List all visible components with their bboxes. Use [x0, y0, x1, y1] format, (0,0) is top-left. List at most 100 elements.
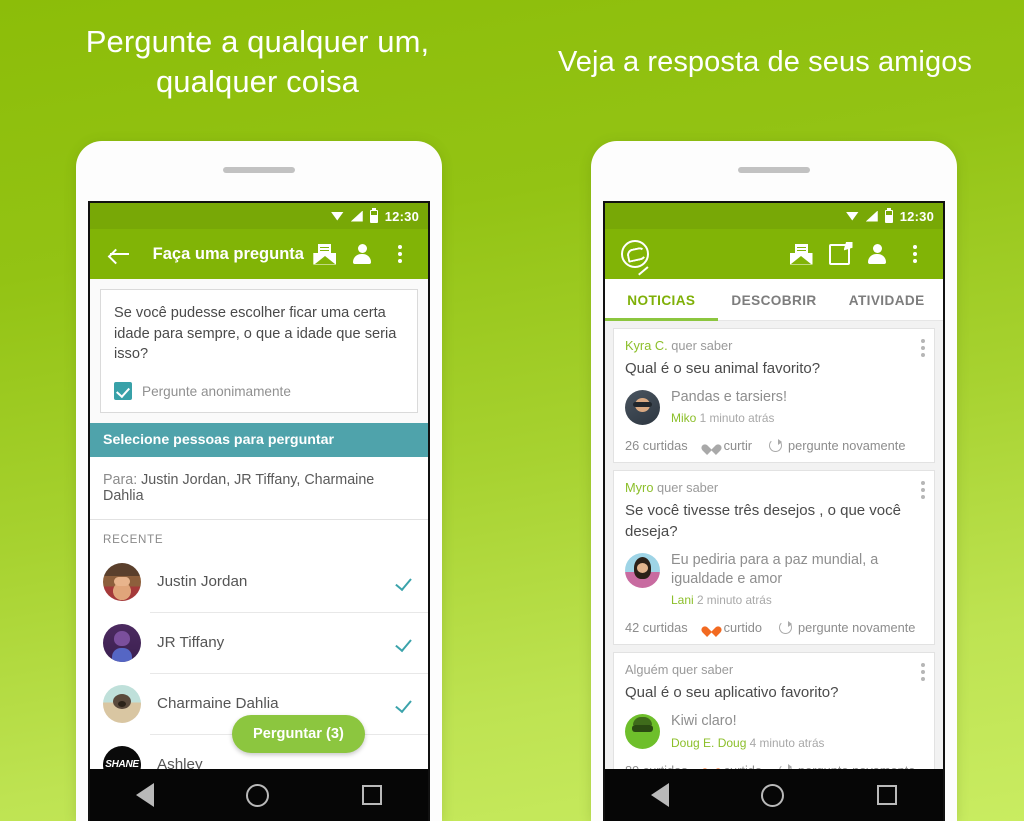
home-circle-icon[interactable] [761, 783, 785, 807]
back-triangle-icon[interactable] [136, 783, 155, 807]
asker-name: Myro [625, 480, 654, 496]
refresh-icon [769, 439, 783, 453]
post-overflow-button[interactable] [921, 339, 925, 357]
reask-label: pergunte novamente [798, 763, 915, 769]
inbox-button[interactable] [308, 237, 342, 271]
recents-square-icon[interactable] [361, 785, 382, 805]
contact-name: Justin Jordan [157, 573, 248, 591]
post-actions: 89 curtidas curtido pergunte novamente [625, 754, 923, 769]
wifi-icon [845, 211, 859, 221]
like-button[interactable]: curtido [699, 620, 763, 637]
news-feed: Kyra C. quer saber Qual é o seu animal f… [605, 321, 943, 769]
headline-right: Veja a resposta de seus amigos [557, 46, 973, 78]
signal-icon [865, 210, 878, 222]
post-answer: Kiwi claro! Doug E. Doug 4 minuto atrás [625, 712, 923, 750]
answer-time: 2 minuto atrás [696, 593, 772, 608]
post-actions: 26 curtidas curtir pergunte novamente [625, 429, 923, 462]
like-label: curtido [723, 620, 763, 636]
reask-label: pergunte novamente [788, 438, 906, 454]
answer-time: 4 minuto atrás [749, 735, 825, 750]
compose-button[interactable] [822, 237, 856, 271]
post-asker: Alguém quer saber [625, 662, 923, 677]
overflow-menu-icon [921, 481, 925, 500]
battery-icon [369, 207, 378, 223]
heart-icon [699, 622, 723, 637]
avatar [103, 684, 141, 723]
check-icon [396, 575, 415, 588]
contact-name: Ashley [157, 756, 203, 769]
question-card: Se você pudesse escolher ficar uma certa… [100, 289, 418, 414]
post-actions: 42 curtidas curtido pergunte novamente [625, 611, 923, 644]
contact-name: Charmaine Dahlia [157, 695, 279, 713]
inbox-button[interactable] [784, 237, 818, 271]
list-item[interactable]: Kyra C. quer saber Qual é o seu animal f… [613, 328, 935, 464]
reask-label: pergunte novamente [798, 620, 916, 636]
answer-text: Kiwi claro! [671, 713, 737, 730]
post-answer: Eu pediria para a paz mundial, a igualda… [625, 551, 923, 607]
like-label: curtir [723, 438, 753, 454]
overflow-menu-button[interactable] [898, 237, 932, 271]
headline-left: Pergunte a qualquer um, qualquer coisa [85, 24, 430, 99]
answer-time: 1 minuto atrás [699, 411, 775, 426]
back-triangle-icon[interactable] [651, 783, 670, 807]
check-icon [396, 697, 415, 710]
responder-name: Doug E. Doug [671, 735, 747, 750]
responder-name: Miko [671, 411, 697, 426]
heart-icon [699, 440, 723, 455]
answer-meta: Miko 1 minuto atrás [671, 411, 923, 425]
status-clock: 12:30 [384, 208, 419, 224]
home-circle-icon[interactable] [246, 783, 270, 807]
tab-descobrir[interactable]: DESCOBRIR [718, 279, 831, 320]
phone-speaker-icon [223, 167, 295, 173]
list-item[interactable]: Justin Jordan [90, 551, 428, 613]
phone-mockup-right: 12:30 NOTICIAS DESCOBRIR ATIVIDADE Kyra … [591, 141, 957, 821]
avatar: SHANE [103, 745, 141, 769]
overflow-menu-icon [921, 339, 925, 357]
overflow-menu-button[interactable] [383, 237, 417, 271]
tab-noticias[interactable]: NOTICIAS [605, 279, 718, 321]
phone-speaker-icon [738, 167, 810, 173]
avatar [625, 714, 660, 750]
refresh-icon [779, 763, 793, 769]
status-bar-left: 12:30 [90, 203, 428, 229]
reask-button[interactable]: pergunte novamente [769, 438, 905, 453]
avatar [625, 552, 660, 588]
list-item[interactable]: Myro quer saber Se você tivesse três des… [613, 470, 935, 646]
reask-button[interactable]: pergunte novamente [779, 620, 915, 635]
inbox-icon [313, 243, 337, 265]
profile-button[interactable] [860, 237, 894, 271]
tab-atividade[interactable]: ATIVIDADE [830, 279, 943, 320]
list-item[interactable]: Alguém quer saber Qual é o seu aplicativ… [613, 652, 935, 769]
post-overflow-button[interactable] [921, 663, 925, 682]
profile-button[interactable] [346, 237, 380, 271]
back-button[interactable] [103, 237, 137, 271]
recipients-value: Justin Jordan, JR Tiffany, Charmaine Dah… [103, 472, 375, 505]
list-item[interactable]: JR Tiffany [90, 612, 428, 674]
overflow-menu-icon [398, 245, 403, 263]
asker-suffix: quer saber [671, 338, 733, 353]
question-input[interactable]: Se você pudesse escolher ficar uma certa… [114, 303, 404, 365]
anonymous-label: Pergunte anonimamente [142, 383, 291, 399]
recent-section-label: RECENTE [90, 520, 428, 552]
recents-square-icon[interactable] [876, 785, 897, 805]
signal-icon [350, 210, 363, 222]
recipients-row[interactable]: Para: Justin Jordan, JR Tiffany, Charmai… [90, 457, 428, 521]
phone-screen-left: 12:30 Faça uma pregunta Se você pudesse … [88, 201, 430, 821]
post-overflow-button[interactable] [921, 481, 925, 500]
like-button[interactable]: curtir [699, 438, 753, 455]
heart-icon [699, 764, 723, 769]
like-button[interactable]: curtido [699, 763, 762, 769]
person-icon [867, 244, 887, 264]
like-count: 26 curtidas [625, 438, 688, 454]
reask-button[interactable]: pergunte novamente [779, 763, 915, 769]
anonymous-checkbox[interactable] [114, 382, 132, 401]
recipients-label: Para: [103, 472, 138, 489]
select-people-header: Selecione pessoas para perguntar [90, 423, 428, 458]
overflow-menu-icon [921, 663, 925, 682]
check-icon [396, 636, 415, 649]
app-logo-button[interactable] [618, 237, 652, 271]
avatar [103, 623, 141, 662]
status-bar-right: 12:30 [605, 203, 943, 229]
anonymous-toggle-row[interactable]: Pergunte anonimamente [114, 382, 404, 401]
ask-button[interactable]: Perguntar (3) [232, 715, 365, 753]
